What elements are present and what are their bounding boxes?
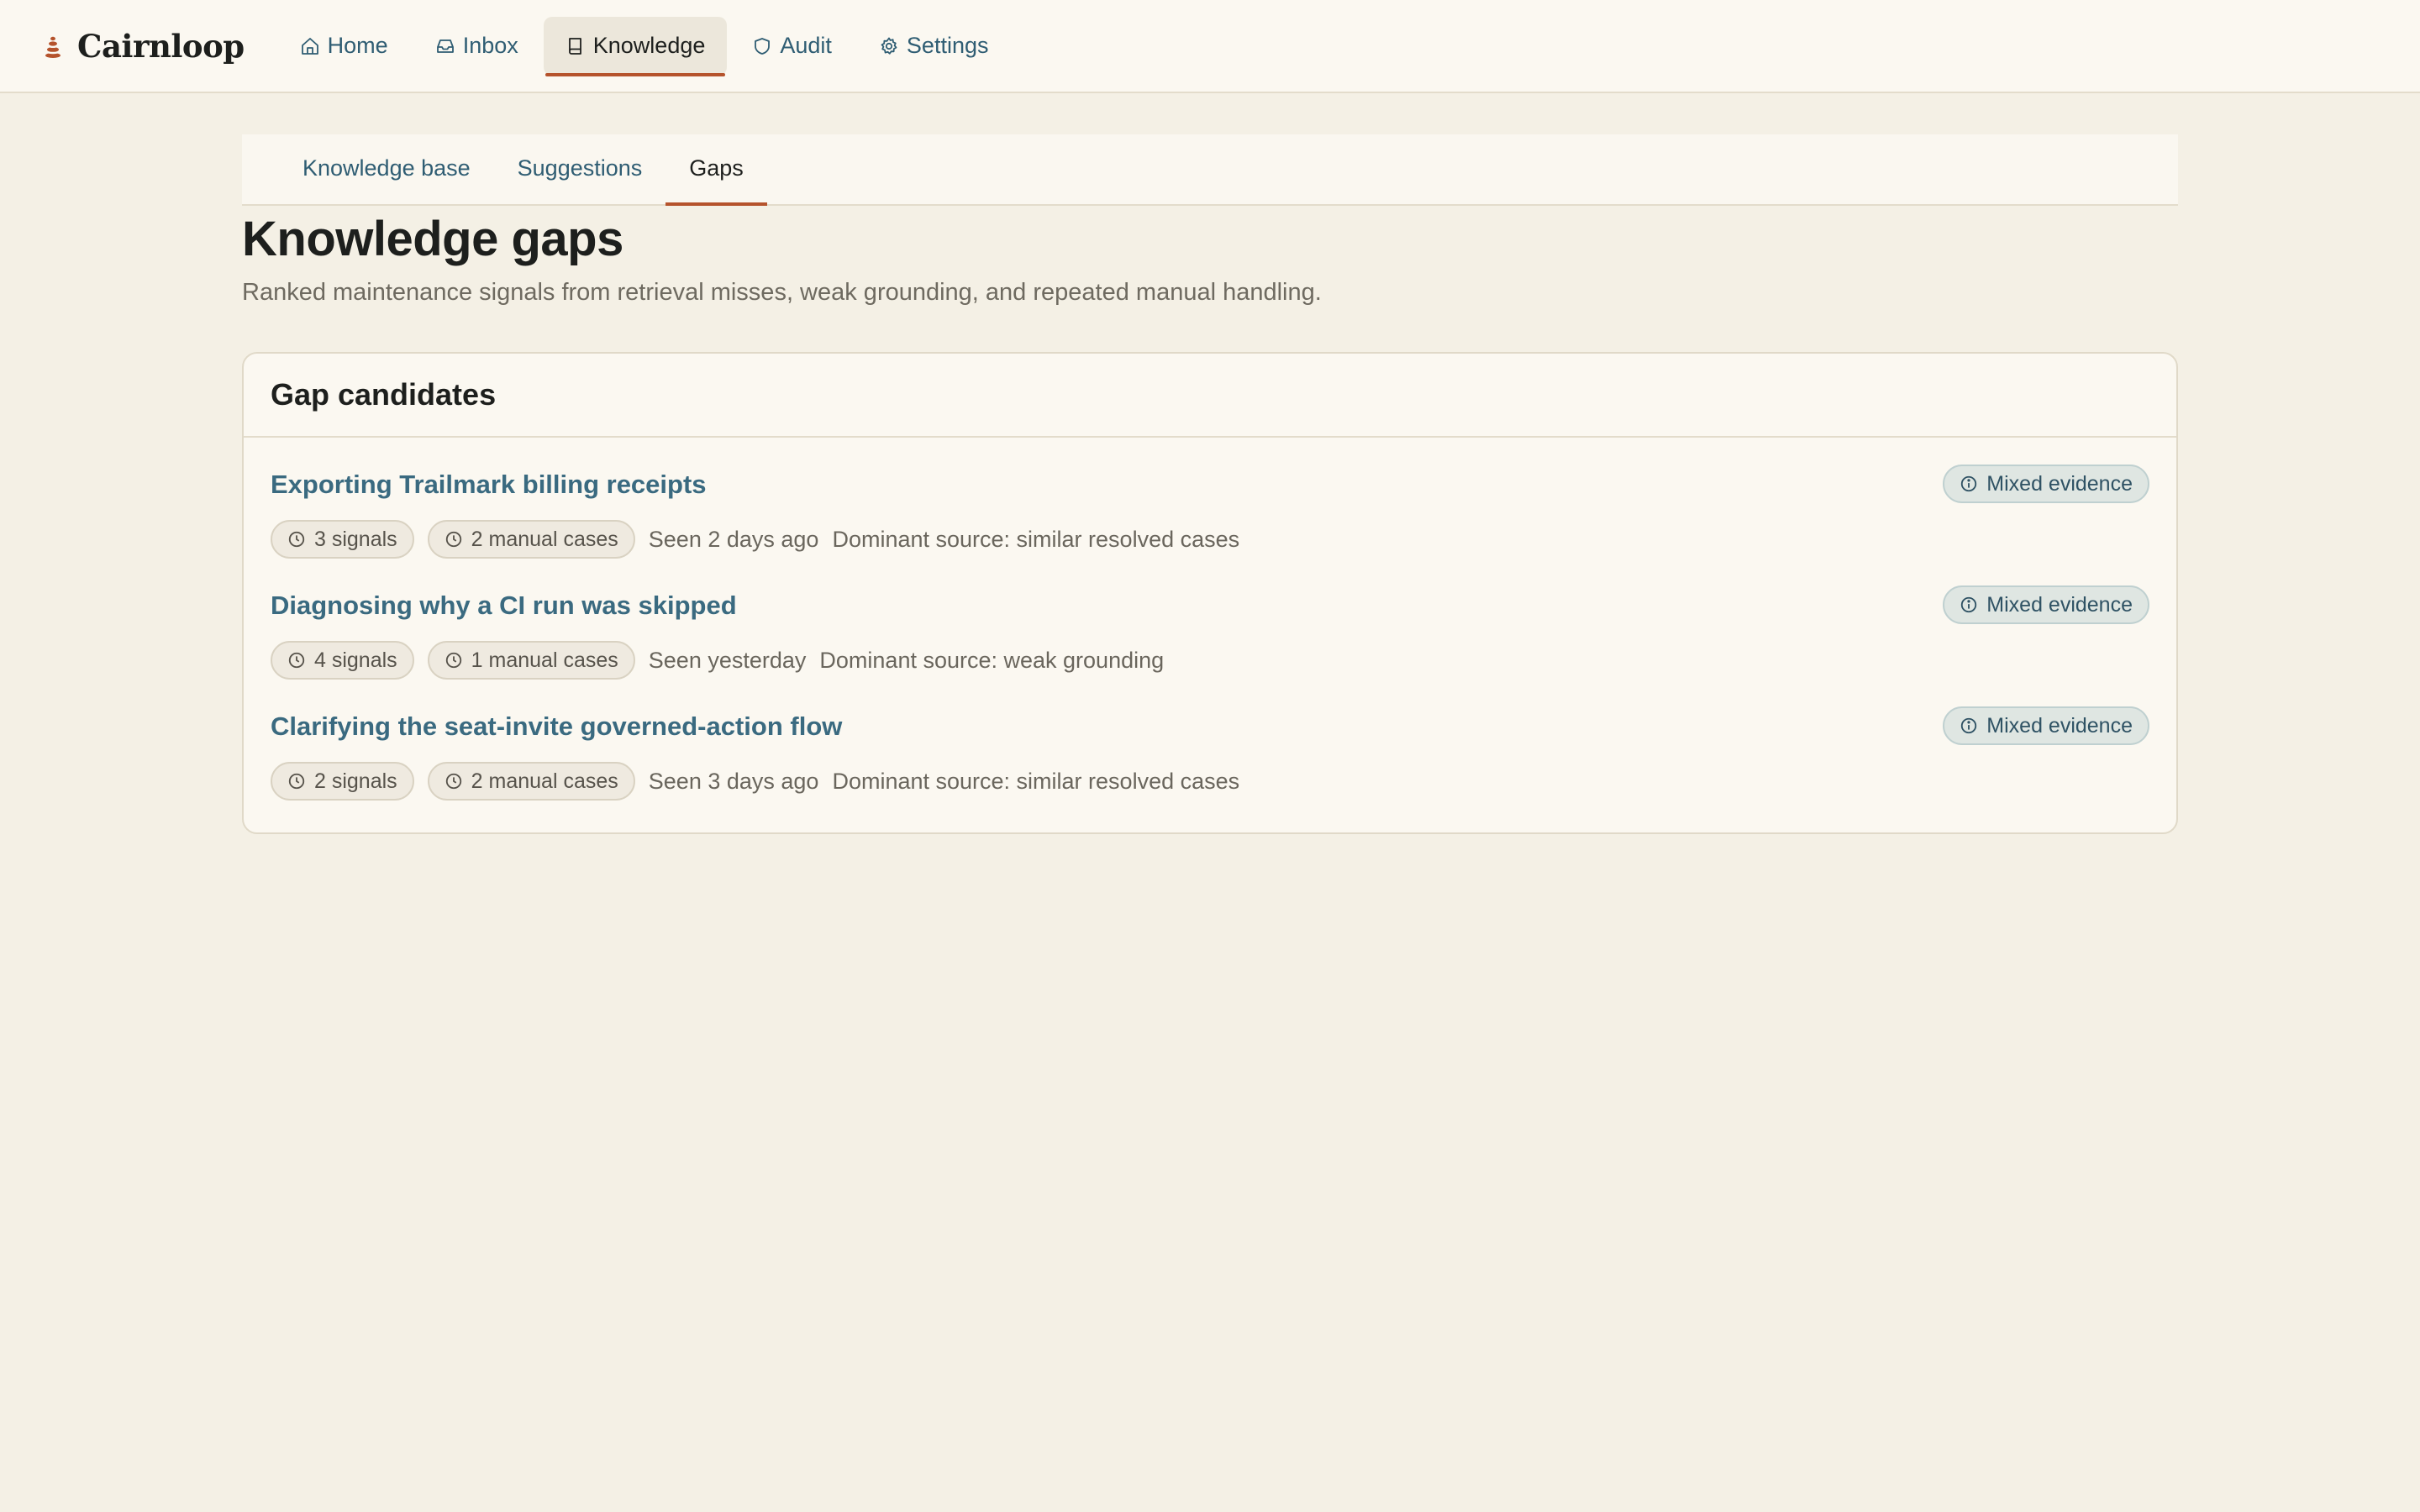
inbox-icon <box>436 39 454 53</box>
tab-knowledge-base[interactable]: Knowledge base <box>279 133 494 204</box>
signals-chip: 2 signals <box>271 762 414 801</box>
manual-cases-chip: 1 manual cases <box>427 641 635 680</box>
brand[interactable]: Cairnloop <box>40 28 245 65</box>
signals-count: 4 signals <box>314 648 397 672</box>
page-title: Knowledge gaps <box>242 212 623 266</box>
book-icon <box>568 37 581 55</box>
list-item: Clarifying the seat-invite governed-acti… <box>271 701 2149 822</box>
signals-count: 3 signals <box>314 527 397 551</box>
badge-label: Mixed evidence <box>1986 592 2133 617</box>
dominant-source: Dominant source: weak grounding <box>819 647 1165 673</box>
nav-item-settings[interactable]: Settings <box>857 17 1011 76</box>
shield-icon <box>755 37 771 55</box>
cairn-logo-icon <box>45 36 60 58</box>
main-content: Knowledge base Suggestions Gaps Knowledg… <box>242 134 2178 834</box>
nav-item-label: Knowledge <box>592 33 706 58</box>
gap-title-link[interactable]: Diagnosing why a CI run was skipped <box>271 580 2149 621</box>
gap-meta: 2 signals 2 manual cases Seen 3 days ago… <box>271 762 2149 801</box>
nav-item-knowledge[interactable]: Knowledge <box>543 16 728 76</box>
signals-chip: 3 signals <box>271 520 414 559</box>
home-icon <box>301 37 318 55</box>
evidence-badge: Mixed evidence <box>1943 706 2149 745</box>
brand-name: Cairnloop <box>77 27 245 65</box>
info-icon <box>1961 717 1977 734</box>
clock-icon <box>288 531 305 548</box>
page-subtitle: Ranked maintenance signals from retrieva… <box>242 279 1322 306</box>
gap-list: Exporting Trailmark billing receipts Mix… <box>244 438 2176 832</box>
gap-candidates-card: Gap candidates Exporting Trailmark billi… <box>242 352 2178 834</box>
list-item: Exporting Trailmark billing receipts Mix… <box>271 459 2149 580</box>
tab-gaps[interactable]: Gaps <box>666 133 767 206</box>
gear-icon <box>881 37 897 55</box>
evidence-badge: Mixed evidence <box>1943 465 2149 503</box>
card-title: Gap candidates <box>244 354 2176 438</box>
signals-count: 2 signals <box>314 769 397 793</box>
last-seen: Seen 3 days ago <box>648 768 819 794</box>
nav-item-label: Inbox <box>462 33 518 58</box>
info-icon <box>1961 596 1977 613</box>
manual-cases-count: 1 manual cases <box>471 648 618 672</box>
tab-suggestions[interactable]: Suggestions <box>494 133 666 204</box>
nav-item-home[interactable]: Home <box>278 17 410 76</box>
last-seen: Seen yesterday <box>648 647 807 673</box>
badge-label: Mixed evidence <box>1986 471 2133 496</box>
nav-item-audit[interactable]: Audit <box>730 17 854 76</box>
evidence-badge: Mixed evidence <box>1943 585 2149 624</box>
last-seen: Seen 2 days ago <box>648 526 819 552</box>
manual-cases-chip: 2 manual cases <box>427 520 635 559</box>
clock-icon <box>445 773 461 790</box>
clock-icon <box>288 652 305 669</box>
clock-icon <box>288 773 305 790</box>
manual-cases-count: 2 manual cases <box>471 527 618 551</box>
manual-cases-chip: 2 manual cases <box>427 762 635 801</box>
gap-meta: 3 signals 2 manual cases Seen 2 days ago… <box>271 520 2149 559</box>
gap-title-link[interactable]: Clarifying the seat-invite governed-acti… <box>271 701 2149 742</box>
knowledge-subtabs: Knowledge base Suggestions Gaps <box>242 134 2178 206</box>
main-nav: Home Inbox Knowledge Audit Settings <box>278 0 1014 92</box>
manual-cases-count: 2 manual cases <box>471 769 618 793</box>
top-bar: Cairnloop Home Inbox Knowledge Audit Set… <box>0 0 2420 93</box>
gap-meta: 4 signals 1 manual cases Seen yesterday … <box>271 641 2149 680</box>
info-icon <box>1961 475 1977 492</box>
dominant-source: Dominant source: similar resolved cases <box>832 768 1240 794</box>
clock-icon <box>445 531 461 548</box>
nav-item-inbox[interactable]: Inbox <box>413 17 540 76</box>
nav-item-label: Home <box>327 33 388 58</box>
gap-title-link[interactable]: Exporting Trailmark billing receipts <box>271 459 2149 500</box>
signals-chip: 4 signals <box>271 641 414 680</box>
list-item: Diagnosing why a CI run was skipped Mixe… <box>271 580 2149 701</box>
badge-label: Mixed evidence <box>1986 713 2133 738</box>
dominant-source: Dominant source: similar resolved cases <box>832 526 1240 552</box>
nav-item-label: Audit <box>780 33 832 58</box>
clock-icon <box>445 652 461 669</box>
nav-item-label: Settings <box>906 33 989 58</box>
